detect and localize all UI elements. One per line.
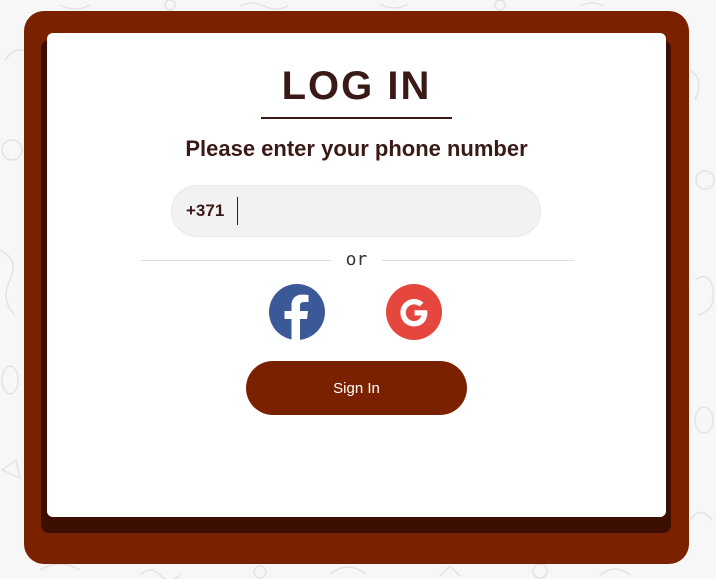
country-code-prefix: +371 bbox=[186, 201, 225, 220]
google-icon bbox=[400, 299, 428, 327]
google-login-button[interactable] bbox=[386, 284, 442, 340]
phone-prompt: Please enter your phone number bbox=[185, 136, 528, 161]
or-divider-text: or bbox=[345, 249, 368, 270]
divider-line-right bbox=[382, 260, 574, 261]
page-title: LOG IN bbox=[281, 64, 432, 108]
title-underline bbox=[261, 117, 452, 119]
phone-input[interactable] bbox=[244, 194, 530, 230]
phone-field[interactable]: +371 bbox=[172, 186, 540, 236]
divider-line-left bbox=[141, 260, 331, 261]
login-card: LOG IN Please enter your phone number +3… bbox=[47, 33, 666, 517]
prefix-divider bbox=[237, 197, 238, 225]
facebook-login-button[interactable] bbox=[269, 284, 325, 340]
facebook-icon bbox=[284, 294, 309, 340]
sign-in-button[interactable]: Sign In bbox=[246, 361, 467, 415]
